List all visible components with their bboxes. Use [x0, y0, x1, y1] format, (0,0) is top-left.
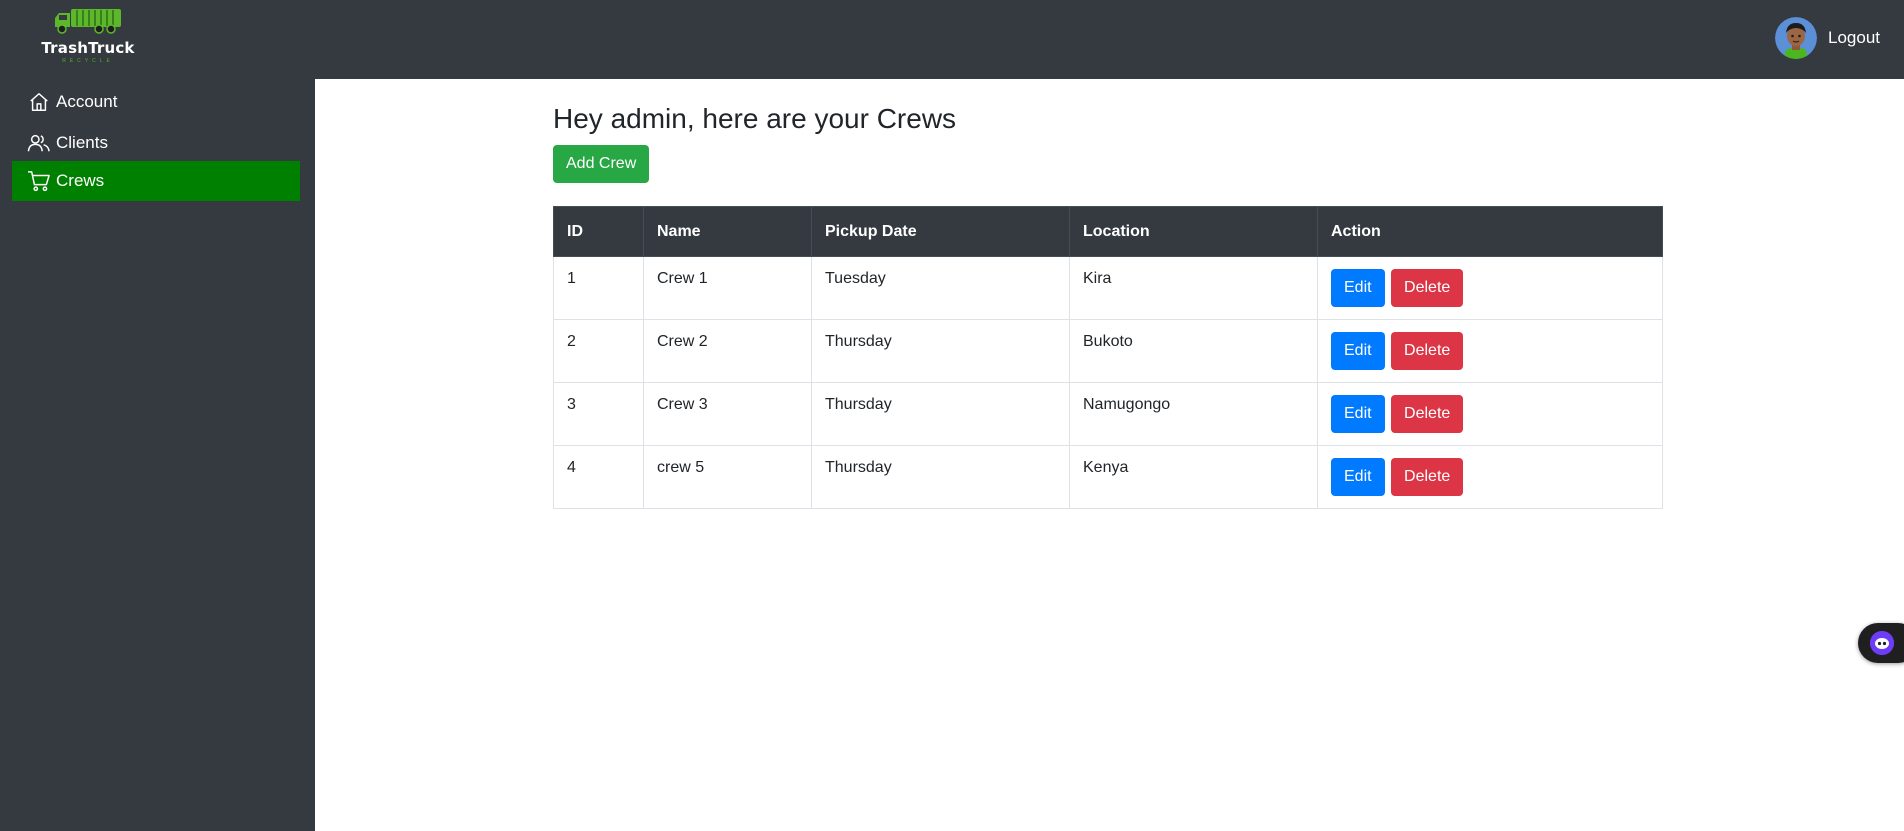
users-icon — [27, 131, 51, 155]
cell-pickup-date: Thursday — [811, 382, 1070, 446]
delete-button[interactable]: Delete — [1391, 458, 1464, 496]
cell-location: Namugongo — [1069, 382, 1318, 446]
edit-button[interactable]: Edit — [1331, 269, 1385, 307]
column-header-action: Action — [1317, 206, 1663, 257]
table-row: 2 Crew 2 Thursday Bukoto Edit Delete — [553, 319, 1663, 383]
sidebar-item-clients[interactable]: Clients — [12, 123, 300, 163]
garbage-truck-icon — [55, 9, 121, 34]
edit-button[interactable]: Edit — [1331, 332, 1385, 370]
cell-id: 1 — [553, 256, 644, 320]
avatar[interactable] — [1775, 17, 1817, 59]
page-title: Hey admin, here are your Crews — [553, 103, 957, 134]
cell-action: Edit Delete — [1317, 256, 1663, 320]
cell-name: Crew 2 — [643, 319, 812, 383]
sidebar-item-label: Crews — [56, 171, 105, 190]
cart-icon — [27, 169, 51, 193]
sidebar: Account Clients Crews — [0, 79, 315, 831]
edit-button[interactable]: Edit — [1331, 395, 1385, 433]
sidebar-item-account[interactable]: Account — [12, 82, 300, 122]
cell-action: Edit Delete — [1317, 382, 1663, 446]
cell-location: Bukoto — [1069, 319, 1318, 383]
cell-name: Crew 3 — [643, 382, 812, 446]
column-header-name: Name — [643, 206, 812, 257]
home-icon — [27, 90, 51, 114]
cell-id: 2 — [553, 319, 644, 383]
cell-location: Kenya — [1069, 445, 1318, 509]
chatbot-icon — [1870, 631, 1894, 655]
sidebar-item-label: Clients — [56, 133, 108, 152]
cell-action: Edit Delete — [1317, 319, 1663, 383]
delete-button[interactable]: Delete — [1391, 332, 1464, 370]
cell-id: 3 — [553, 382, 644, 446]
crews-table: ID Name Pickup Date Location Action 1 Cr… — [553, 206, 1663, 509]
table-header-row: ID Name Pickup Date Location Action — [553, 206, 1663, 257]
delete-button[interactable]: Delete — [1391, 269, 1464, 307]
edit-button[interactable]: Edit — [1331, 458, 1385, 496]
cell-name: crew 5 — [643, 445, 812, 509]
table-row: 1 Crew 1 Tuesday Kira Edit Delete — [553, 256, 1663, 320]
logo-tagline: RECYCLE — [62, 58, 114, 64]
cell-location: Kira — [1069, 256, 1318, 320]
column-header-location: Location — [1069, 206, 1318, 257]
logo-text: TrashTruck — [41, 39, 135, 57]
column-header-id: ID — [553, 206, 644, 257]
cell-name: Crew 1 — [643, 256, 812, 320]
sidebar-item-label: Account — [56, 92, 118, 111]
delete-button[interactable]: Delete — [1391, 395, 1464, 433]
table-row: 4 crew 5 Thursday Kenya Edit Delete — [553, 445, 1663, 509]
cell-pickup-date: Thursday — [811, 319, 1070, 383]
cell-id: 4 — [553, 445, 644, 509]
cell-action: Edit Delete — [1317, 445, 1663, 509]
chat-widget-button[interactable] — [1858, 623, 1904, 663]
column-header-pickup-date: Pickup Date — [811, 206, 1070, 257]
cell-pickup-date: Thursday — [811, 445, 1070, 509]
add-crew-button[interactable]: Add Crew — [553, 145, 650, 183]
table-row: 3 Crew 3 Thursday Namugongo Edit Delete — [553, 382, 1663, 446]
sidebar-item-crews[interactable]: Crews — [12, 161, 300, 201]
top-navbar: TrashTruck RECYCLE Logout — [0, 0, 1904, 79]
main-content: Hey admin, here are your Crews Add Crew … — [315, 79, 1904, 831]
cell-pickup-date: Tuesday — [811, 256, 1070, 320]
app-logo[interactable]: TrashTruck RECYCLE — [40, 6, 136, 70]
logout-link[interactable]: Logout — [1828, 28, 1880, 48]
user-menu: Logout — [1775, 17, 1880, 59]
